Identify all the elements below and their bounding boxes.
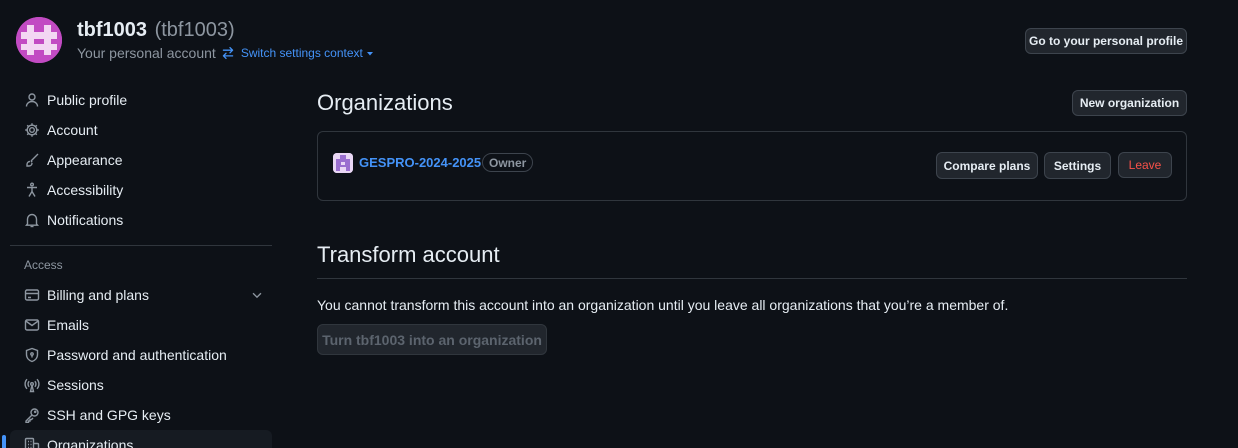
sidebar-item-emails[interactable]: Emails — [10, 310, 272, 340]
switch-context-label: Switch settings context — [240, 46, 363, 60]
account-subtitle: Your personal account — [77, 45, 216, 61]
sidebar-item-label: Organizations — [47, 437, 134, 448]
sidebar-item-label: Notifications — [47, 212, 124, 228]
account-name: tbf1003 (tbf1003) — [77, 19, 235, 42]
organization-name-link[interactable]: GESPRO-2024-2025 — [359, 155, 481, 170]
sidebar-item-password[interactable]: Password and authentication — [10, 340, 272, 370]
sidebar-item-account[interactable]: Account — [10, 115, 272, 145]
organizations-title: Organizations — [317, 90, 453, 115]
sidebar-item-label: Account — [47, 122, 98, 138]
avatar[interactable] — [16, 17, 62, 63]
paintbrush-icon — [24, 152, 40, 168]
sidebar-item-sessions[interactable]: Sessions — [10, 370, 272, 400]
bell-icon — [24, 212, 40, 228]
sidebar-section-access: Access — [24, 258, 63, 272]
sidebar-item-organizations[interactable]: Organizations — [2, 430, 272, 448]
sidebar-item-label: Accessibility — [47, 182, 124, 198]
org-avatar[interactable] — [333, 153, 353, 173]
shield-lock-icon — [24, 347, 40, 363]
organization-icon — [24, 437, 40, 448]
arrow-switch-icon — [221, 46, 235, 60]
leave-organization-button[interactable]: Leave — [1118, 152, 1172, 178]
person-icon — [24, 92, 40, 108]
mail-icon — [24, 317, 40, 333]
go-to-profile-button[interactable]: Go to your personal profile — [1025, 28, 1187, 54]
sidebar-item-label: Public profile — [47, 92, 128, 108]
sidebar-item-label: Billing and plans — [47, 287, 149, 303]
credit-card-icon — [24, 287, 40, 303]
transform-account-button: Turn tbf1003 into an organization — [317, 324, 547, 355]
org-settings-button[interactable]: Settings — [1044, 152, 1111, 179]
sidebar-item-accessibility[interactable]: Accessibility — [10, 175, 272, 205]
sidebar-item-label: Sessions — [47, 377, 104, 393]
sidebar-item-label: Appearance — [47, 152, 123, 168]
gear-icon — [24, 122, 40, 138]
organization-list: GESPRO-2024-2025 Owner Compare plans Set… — [317, 131, 1187, 201]
transform-description: You cannot transform this account into a… — [317, 297, 1009, 313]
account-header: tbf1003 (tbf1003) Your personal account … — [16, 17, 1187, 63]
sidebar-item-label: SSH and GPG keys — [47, 407, 171, 423]
caret-down-icon — [366, 49, 374, 57]
accessibility-icon — [24, 182, 40, 198]
username: tbf1003 — [77, 19, 148, 41]
settings-page: tbf1003 (tbf1003) Your personal account … — [0, 0, 1238, 448]
sidebar-item-public-profile[interactable]: Public profile — [10, 85, 272, 115]
account-subtitle-row: Your personal account Switch settings co… — [77, 45, 374, 61]
role-badge: Owner — [482, 153, 534, 172]
chevron-down-icon — [250, 288, 264, 302]
new-organization-button[interactable]: New organization — [1072, 90, 1187, 116]
broadcast-icon — [24, 377, 40, 393]
active-indicator — [2, 435, 6, 448]
settings-sidebar: Public profile Account Appearance Access… — [2, 85, 272, 448]
switch-context-link[interactable]: Switch settings context — [241, 46, 374, 60]
sidebar-divider — [10, 245, 272, 246]
sidebar-item-label: Emails — [47, 317, 90, 333]
sidebar-item-appearance[interactable]: Appearance — [10, 145, 272, 175]
compare-plans-button[interactable]: Compare plans — [936, 152, 1038, 179]
sidebar-item-notifications[interactable]: Notifications — [10, 205, 272, 235]
sidebar-item-ssh-gpg-keys[interactable]: SSH and GPG keys — [10, 400, 272, 430]
user-handle: (tbf1003) — [154, 19, 235, 41]
key-icon — [24, 407, 40, 423]
sidebar-item-label: Password and authentication — [47, 347, 227, 363]
transform-account-title: Transform account — [317, 242, 500, 267]
sidebar-item-billing[interactable]: Billing and plans — [10, 280, 272, 310]
section-divider — [317, 278, 1187, 279]
